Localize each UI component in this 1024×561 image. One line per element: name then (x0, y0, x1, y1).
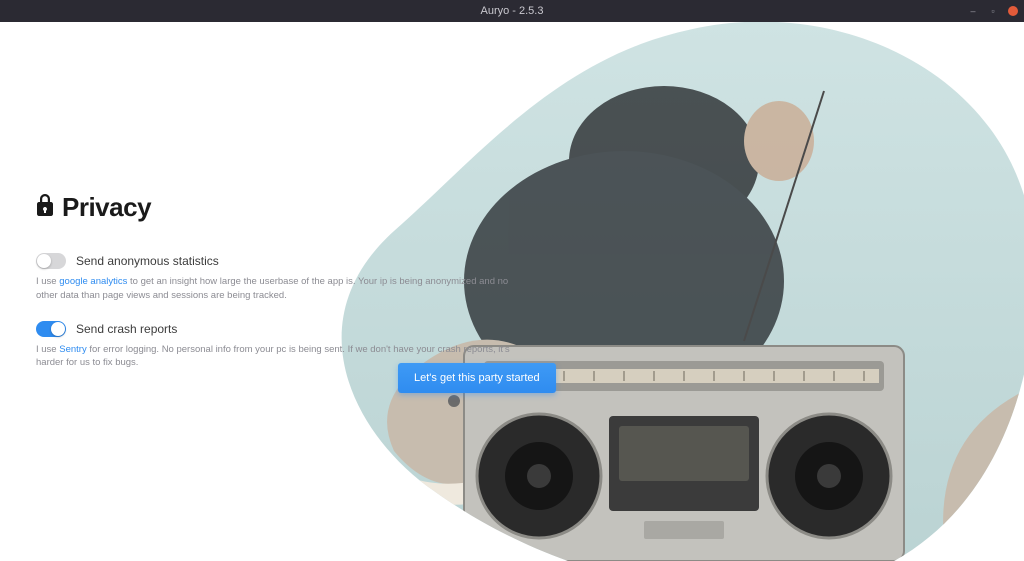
setting-anon-stats: Send anonymous statistics I use google a… (36, 253, 516, 303)
link-google-analytics[interactable]: google analytics (59, 276, 127, 287)
close-icon[interactable] (1008, 6, 1018, 16)
toggle-crash-reports[interactable] (36, 321, 66, 337)
window-titlebar: Auryo - 2.5.3 – ▫ (0, 0, 1024, 22)
window-title: Auryo - 2.5.3 (0, 5, 1024, 17)
desc-anon-stats: I use google analytics to get an insight… (36, 275, 516, 303)
link-sentry[interactable]: Sentry (59, 344, 86, 355)
label-anon-stats: Send anonymous statistics (76, 254, 219, 268)
label-crash-reports: Send crash reports (76, 322, 177, 336)
page-title: Privacy (62, 192, 151, 223)
privacy-panel: Privacy Send anonymous statistics I use … (36, 192, 516, 388)
cta-button[interactable]: Let's get this party started (398, 363, 556, 393)
toggle-anon-stats[interactable] (36, 253, 66, 269)
minimize-icon[interactable]: – (968, 6, 978, 16)
window-controls: – ▫ (968, 0, 1018, 22)
page-heading: Privacy (36, 192, 516, 223)
app-body: Privacy Send anonymous statistics I use … (0, 22, 1024, 561)
lock-icon (36, 194, 54, 221)
maximize-icon[interactable]: ▫ (988, 6, 998, 16)
